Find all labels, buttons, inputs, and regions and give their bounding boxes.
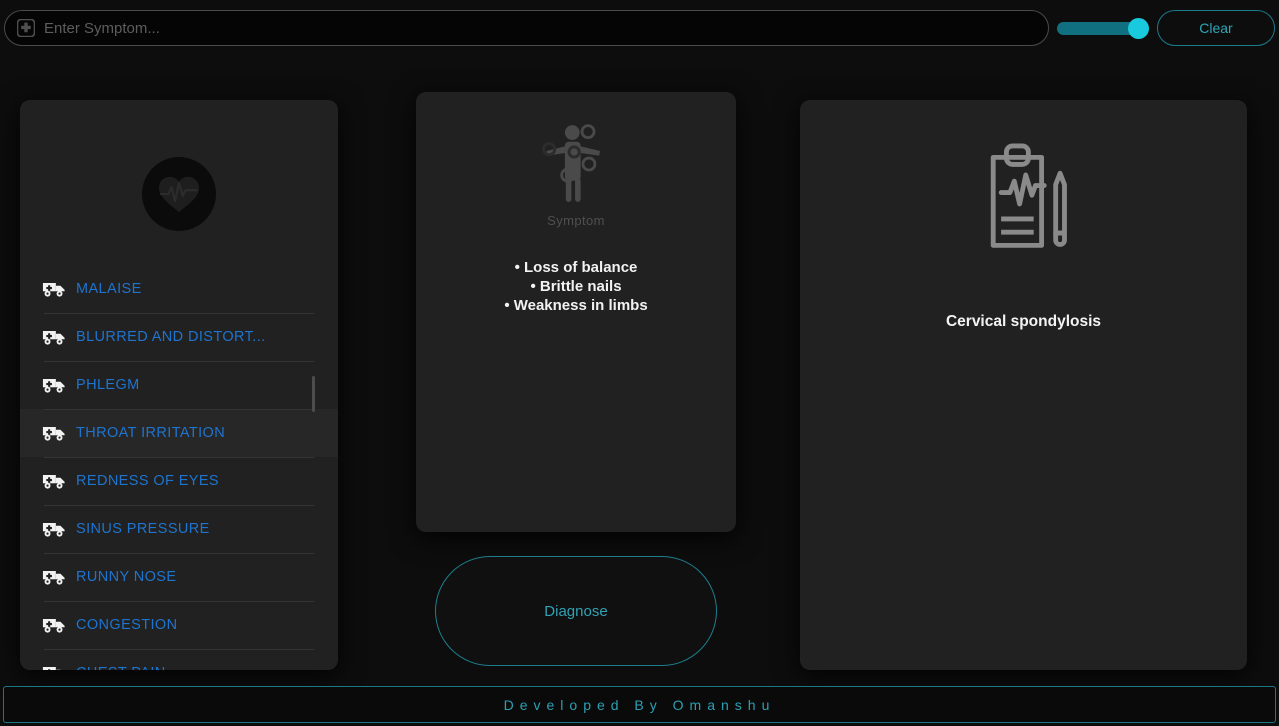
list-item[interactable]: MALAISE (20, 265, 338, 313)
selected-symptom-item: • Loss of balance (514, 259, 638, 276)
selected-symptoms-panel: Symptom • Loss of balance • Brittle nail… (416, 92, 736, 532)
list-item[interactable]: PHLEGM (20, 361, 338, 409)
top-toolbar: Clear (0, 0, 1279, 56)
list-item-label: SINUS PRESSURE (76, 521, 210, 537)
clear-button[interactable]: Clear (1157, 10, 1275, 46)
diagnosis-result: Cervical spondylosis (945, 313, 1102, 330)
footer: Developed By Omanshu (3, 686, 1276, 723)
ambulance-icon (42, 280, 66, 298)
list-item-label: PHLEGM (76, 377, 140, 393)
list-item[interactable]: BLURRED AND DISTORT... (20, 313, 338, 361)
selected-symptom-item: • Brittle nails (530, 278, 622, 295)
medical-cross-icon (16, 18, 36, 38)
diagnose-button[interactable]: Diagnose (435, 556, 717, 666)
footer-credit: Developed By Omanshu (503, 696, 776, 713)
list-item-label: RUNNY NOSE (76, 569, 177, 585)
ambulance-icon (42, 328, 66, 346)
result-panel: Cervical spondylosis (800, 100, 1247, 670)
list-item-label: THROAT IRRITATION (76, 425, 226, 441)
list-item[interactable]: CONGESTION (20, 601, 338, 649)
ambulance-icon (42, 520, 66, 538)
list-scrollbar-thumb[interactable] (312, 376, 315, 412)
search-input[interactable] (44, 11, 1048, 45)
symptoms-list[interactable]: MALAISE BLURRED AND DISTORT... PHLEGM TH… (20, 265, 338, 670)
ambulance-icon (42, 616, 66, 634)
ambulance-icon (42, 376, 66, 394)
figure-caption: Symptom (547, 213, 605, 228)
slider-thumb[interactable] (1128, 18, 1149, 39)
heart-pulse-icon (142, 157, 216, 231)
list-item-label: REDNESS OF EYES (76, 473, 219, 489)
symptom-figure: Symptom (416, 122, 736, 228)
search-field-container[interactable] (4, 10, 1049, 46)
list-item[interactable]: THROAT IRRITATION (20, 409, 338, 457)
selected-symptom-item: • Weakness in limbs (504, 297, 648, 314)
list-item-label: CHEST PAIN (76, 665, 166, 670)
opacity-slider[interactable] (1057, 18, 1149, 39)
list-item-label: CONGESTION (76, 617, 178, 633)
human-body-symptom-icon (542, 124, 601, 202)
list-item[interactable]: CHEST PAIN (20, 649, 338, 670)
ambulance-icon (42, 472, 66, 490)
ambulance-icon (42, 568, 66, 586)
list-item-label: MALAISE (76, 281, 142, 297)
list-item-label: BLURRED AND DISTORT... (76, 329, 266, 345)
ambulance-icon (42, 424, 66, 442)
selected-symptoms-list: • Loss of balance • Brittle nails • Weak… (416, 258, 736, 315)
list-item[interactable]: REDNESS OF EYES (20, 457, 338, 505)
symptoms-panel: MALAISE BLURRED AND DISTORT... PHLEGM TH… (20, 100, 338, 670)
list-item[interactable]: SINUS PRESSURE (20, 505, 338, 553)
list-item[interactable]: RUNNY NOSE (20, 553, 338, 601)
clipboard-report-icon (958, 143, 1090, 274)
ambulance-icon (42, 664, 66, 670)
